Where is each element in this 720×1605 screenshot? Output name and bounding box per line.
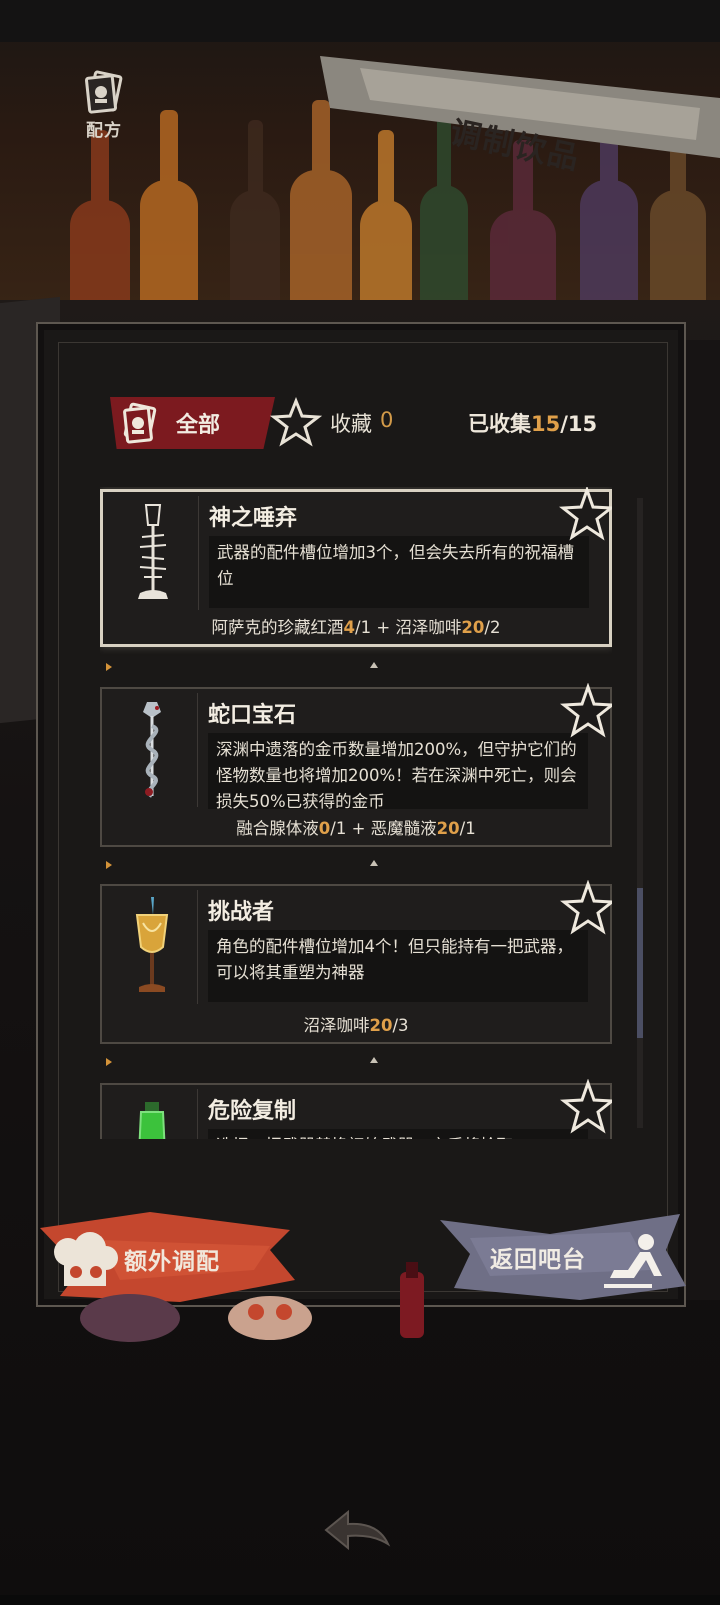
drink-thumbnail xyxy=(107,496,199,610)
drink-name: 蛇口宝石 xyxy=(208,703,297,728)
ingredient-need: 1 xyxy=(360,618,372,637)
system-nav-strip xyxy=(0,1595,720,1605)
drink-list[interactable]: 神之唾弃 武器的配件槽位增加3个，但会失去所有的祝福槽位 阿萨克的珍藏红酒4/1… xyxy=(100,487,612,1139)
star-icon[interactable] xyxy=(559,487,612,542)
return-figure-icon xyxy=(604,1234,662,1288)
star-icon[interactable] xyxy=(560,880,612,936)
drink-recipe: 阿萨克的珍藏红酒4/1 + 沼泽咖啡20/2 xyxy=(211,618,501,637)
ingredient-name: 融合腺体液 xyxy=(236,819,319,838)
drink-description: 选择一把武器替换初始武器，之后将拾取 xyxy=(208,1129,588,1139)
recipe-label: 配方 xyxy=(86,121,122,141)
drink-thumbnail xyxy=(106,890,198,1004)
filter-bar: 全部 收藏 0 已收集15/15 xyxy=(110,397,630,453)
recipe-button[interactable]: 配方 xyxy=(62,66,146,146)
drink-recipe: 融合腺体液0/1 + 恶魔髓液20/1 xyxy=(236,819,476,838)
drink-description: 角色的配件槽位增加4个！但只能持有一把武器，可以将其重塑为神器 xyxy=(208,930,588,1002)
collected-total: 15 xyxy=(567,412,598,436)
recipe-card-icon xyxy=(84,70,123,114)
top-strip xyxy=(0,0,720,42)
ingredient-have: 4 xyxy=(343,618,356,637)
list-scrollbar[interactable] xyxy=(637,498,643,1128)
table-items-decoration xyxy=(80,1262,424,1342)
recipe-card-icon xyxy=(123,402,157,444)
green-potion-icon xyxy=(138,1102,165,1139)
collected-counter: 已收集15/15 xyxy=(468,408,597,438)
golden-goblet-icon xyxy=(135,897,168,992)
ingredient-have: 20 xyxy=(461,618,485,637)
drink-card[interactable]: 危险复制 选择一把武器替换初始武器，之后将拾取 xyxy=(100,1079,612,1139)
tab-all[interactable]: 全部 xyxy=(110,397,275,449)
ingredient-need: 3 xyxy=(398,1016,409,1035)
ingredient-have: 0 xyxy=(318,819,331,838)
collected-label: 已收集 xyxy=(468,412,531,436)
ingredient-name: 阿萨克的珍藏红酒 xyxy=(211,618,344,637)
drink-card[interactable]: 神之唾弃 武器的配件槽位增加3个，但会失去所有的祝福槽位 阿萨克的珍藏红酒4/1… xyxy=(100,487,612,647)
card-separator xyxy=(100,1054,612,1070)
snake-staff-icon xyxy=(142,702,161,798)
title-banner: 调制饮品 xyxy=(300,48,720,177)
drink-name: 神之唾弃 xyxy=(209,506,298,531)
favorites-count: 0 xyxy=(380,408,394,432)
collected-separator: / xyxy=(560,412,568,436)
drink-name: 挑战者 xyxy=(208,900,275,925)
drink-card[interactable]: 蛇口宝石 深渊中遗落的金币数量增加200%，但守护它们的怪物数量也将增加200%… xyxy=(100,683,612,847)
star-icon[interactable] xyxy=(270,397,322,449)
drink-name: 危险复制 xyxy=(208,1099,297,1124)
ingredient-name: 沼泽咖啡 xyxy=(395,618,462,637)
back-arrow-icon[interactable] xyxy=(318,1500,398,1560)
ingredient-need: 2 xyxy=(489,618,501,637)
drink-card[interactable]: 挑战者 角色的配件槽位增加4个！但只能持有一把武器，可以将其重塑为神器 沼泽咖啡… xyxy=(100,880,612,1044)
drink-thumbnail xyxy=(106,693,198,807)
card-separator xyxy=(100,659,612,675)
ingredient-have: 20 xyxy=(436,819,460,838)
drink-description: 深渊中遗落的金币数量增加200%，但守护它们的怪物数量也将增加200%！若在深渊… xyxy=(208,733,588,809)
ingredient-name: 恶魔髓液 xyxy=(370,819,437,838)
tab-favorites[interactable]: 收藏 xyxy=(330,408,372,438)
ingredient-name: 沼泽咖啡 xyxy=(303,1016,370,1035)
collected-current: 15 xyxy=(531,412,561,436)
star-icon[interactable] xyxy=(560,1079,612,1135)
tab-all-label: 全部 xyxy=(176,413,221,438)
drink-description: 武器的配件槽位增加3个，但会失去所有的祝福槽位 xyxy=(209,536,589,608)
drink-thumbnail xyxy=(106,1089,198,1139)
star-icon[interactable] xyxy=(560,683,612,739)
bone-goblet-icon xyxy=(137,504,168,599)
ingredient-need: 1 xyxy=(335,819,347,838)
scrollbar-thumb[interactable] xyxy=(637,888,643,1038)
drink-recipe: 沼泽咖啡20/3 xyxy=(303,1016,409,1035)
ingredient-need: 1 xyxy=(465,819,476,838)
ingredient-have: 20 xyxy=(369,1016,393,1035)
card-separator xyxy=(100,857,612,873)
